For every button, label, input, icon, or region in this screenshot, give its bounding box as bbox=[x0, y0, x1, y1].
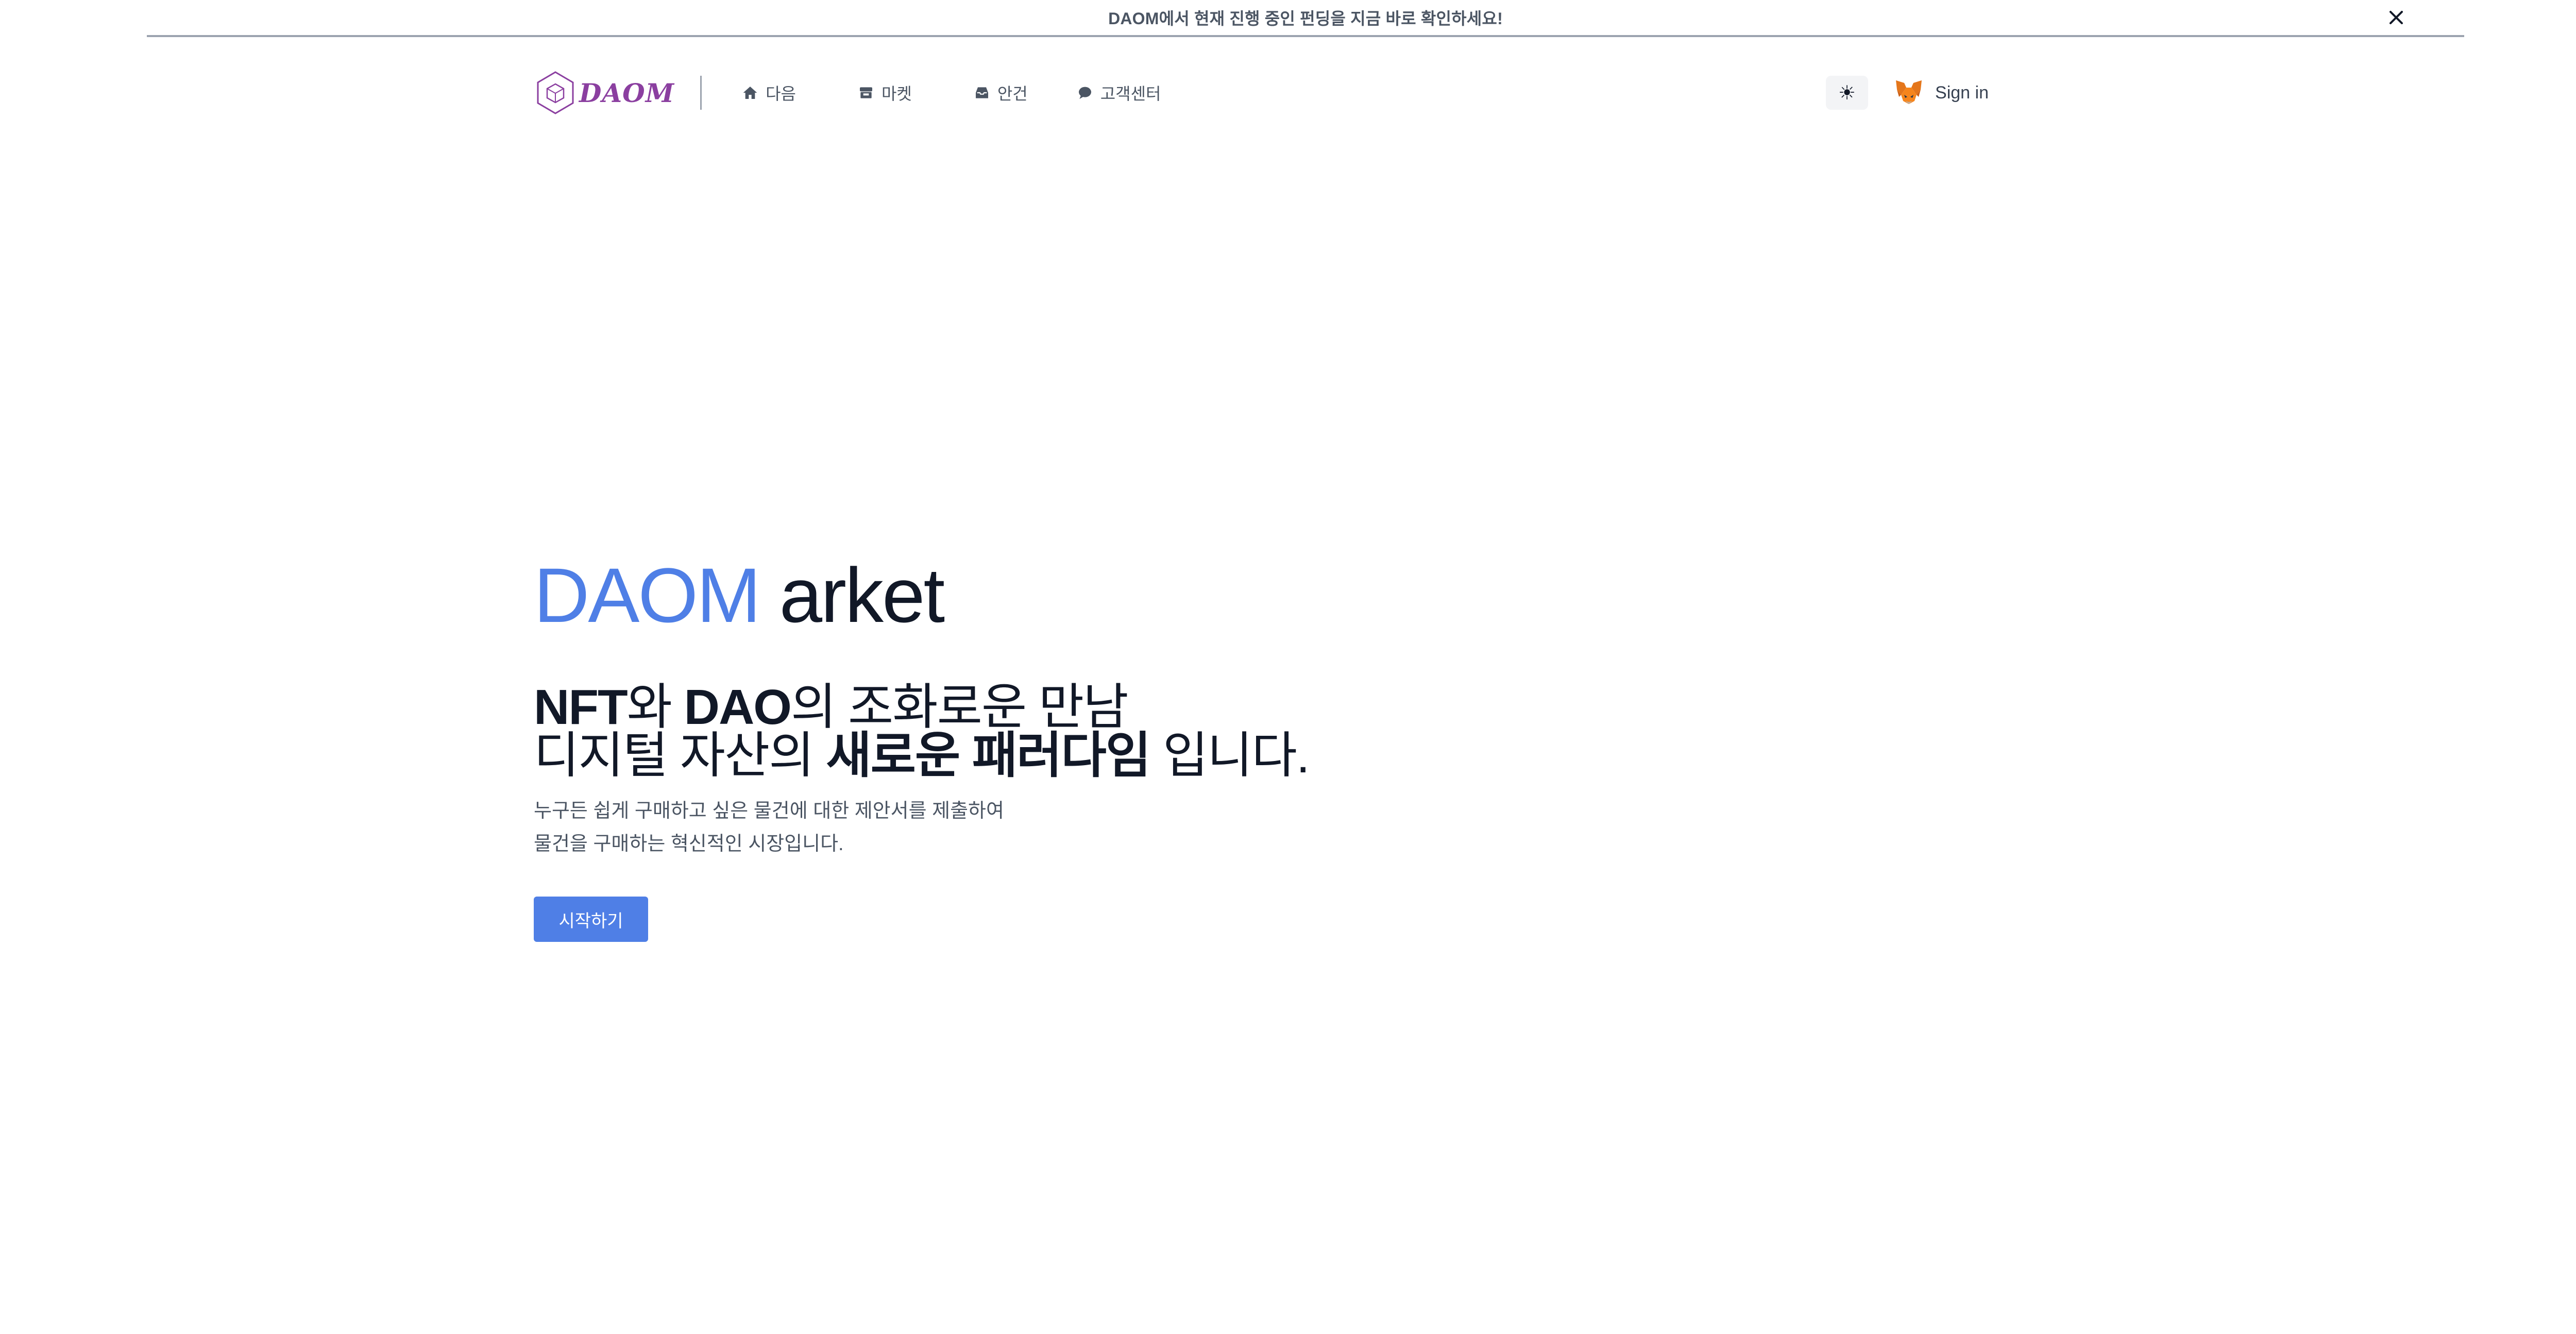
main-nav: 다음 마켓 안건 고객센터 bbox=[742, 81, 1223, 105]
hero-title-rest: arket bbox=[759, 552, 945, 638]
banner-text: DAOM에서 현재 진행 중인 펀딩을 지금 바로 확인하세요! bbox=[1108, 9, 1503, 28]
nav-item-proposals[interactable]: 안건 bbox=[974, 81, 1028, 105]
hero-sub-dao: DAO bbox=[684, 680, 792, 735]
nav-label-proposals: 안건 bbox=[997, 85, 1028, 103]
hero-subtitle-line-1: NFT와 DAO의 조화로운 만남 bbox=[534, 683, 1564, 732]
hero-subtitle-line-2: 디지털 자산의 새로운 패러다임 입니다. bbox=[534, 731, 1564, 781]
sign-in-button[interactable]: Sign in bbox=[1894, 79, 1989, 106]
hero-sub-digital: 디지털 자산의 bbox=[534, 728, 826, 783]
sun-icon: ☀ bbox=[1838, 82, 1856, 104]
metamask-fox-icon bbox=[1896, 80, 1922, 104]
nav-item-home[interactable]: 다음 bbox=[742, 81, 796, 105]
logo[interactable]: DAOM bbox=[536, 67, 674, 119]
nav-label-home: 다음 bbox=[766, 85, 796, 103]
hero-title: DAOM arket bbox=[534, 556, 1564, 634]
hero-sub-wa: 와 bbox=[626, 680, 684, 735]
logo-text: DAOM bbox=[579, 77, 675, 108]
sign-in-label: Sign in bbox=[1935, 82, 1989, 103]
hero-sub-meeting: 의 조화로운 만남 bbox=[790, 680, 1129, 735]
header-actions: ☀ Sign in bbox=[1826, 64, 1989, 121]
nav-item-support[interactable]: 고객센터 bbox=[1077, 81, 1161, 105]
hero-subtitle: NFT와 DAO의 조화로운 만남 디지털 자산의 새로운 패러다임 입니다. bbox=[534, 683, 1564, 781]
site-header: DAOM 다음 마켓 안건 고객센터 ☀ Sign in bbox=[536, 64, 1989, 121]
hero-sub-paradigm: 새로운 패러다임 bbox=[826, 728, 1151, 783]
hero-section: DAOM arket NFT와 DAO의 조화로운 만남 디지털 자산의 새로운… bbox=[534, 556, 1564, 942]
store-icon bbox=[859, 87, 872, 98]
hero-description-line-1: 누구든 쉽게 구매하고 싶은 물건에 대한 제안서를 제출하여 bbox=[534, 800, 1004, 822]
theme-toggle-button[interactable]: ☀ bbox=[1826, 76, 1869, 110]
banner-close-button[interactable] bbox=[2385, 6, 2408, 29]
hero-sub-ending: 입니다. bbox=[1150, 728, 1310, 783]
nav-label-support: 고객센터 bbox=[1100, 85, 1161, 103]
home-icon bbox=[743, 87, 757, 99]
close-icon bbox=[2389, 11, 2403, 24]
hexagon-logo-icon bbox=[537, 71, 574, 114]
nav-item-market[interactable]: 마켓 bbox=[858, 81, 912, 105]
hero-description-line-2: 물건을 구매하는 혁신적인 시장입니다. bbox=[534, 833, 844, 855]
inbox-icon bbox=[975, 87, 988, 98]
get-started-button[interactable]: 시작하기 bbox=[534, 897, 648, 942]
nav-label-market: 마켓 bbox=[881, 85, 912, 103]
hero-title-accent: DAOM bbox=[534, 552, 761, 638]
chat-icon bbox=[1078, 87, 1091, 99]
hero-description: 누구든 쉽게 구매하고 싶은 물건에 대한 제안서를 제출하여 물건을 구매하는… bbox=[534, 795, 1564, 860]
hero-sub-nft: NFT bbox=[534, 680, 628, 735]
logo-divider bbox=[700, 76, 702, 110]
announcement-banner: DAOM에서 현재 진행 중인 펀딩을 지금 바로 확인하세요! bbox=[147, 0, 2464, 37]
